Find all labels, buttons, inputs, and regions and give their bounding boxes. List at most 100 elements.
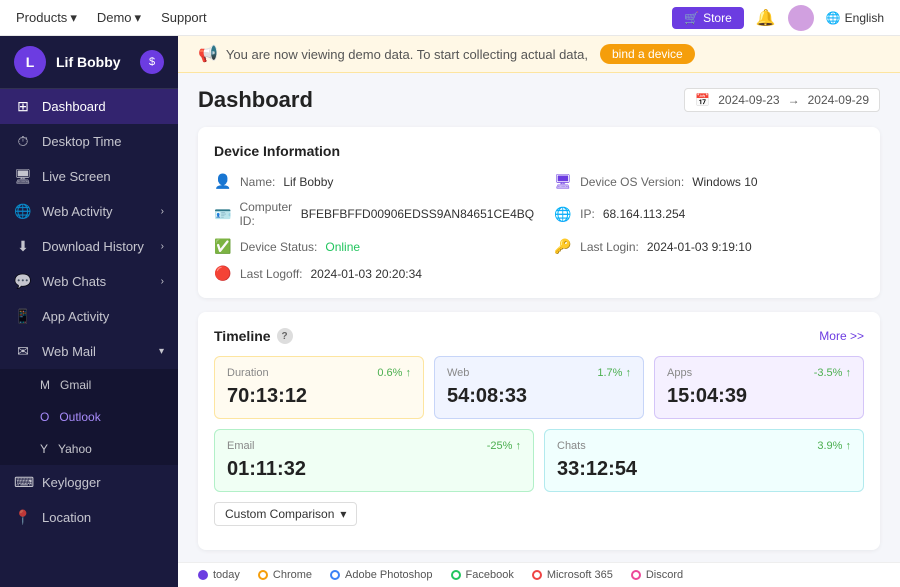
sidebar-item-label: Web Chats: [42, 274, 106, 289]
legend-facebook: Facebook: [451, 569, 514, 581]
timeline-card: Timeline ? More >> Duration 0.6% ↑ 70:13…: [198, 312, 880, 550]
download-icon: ⬇: [14, 238, 32, 255]
last-login-row: 🔑 Last Login: 2024-01-03 9:19:10: [554, 238, 864, 255]
sidebar-item-label: Web Activity: [42, 204, 113, 219]
sidebar-logo-icon: $: [140, 50, 164, 74]
comparison-label: Custom Comparison: [225, 507, 334, 521]
location-icon: 📍: [14, 509, 32, 526]
timeline-card-duration: Duration 0.6% ↑ 70:13:12: [214, 356, 424, 419]
device-status-row: ✅ Device Status: Online: [214, 238, 534, 255]
sidebar-item-live-screen[interactable]: 🖥 Live Screen: [0, 159, 178, 194]
sidebar-item-label: Location: [42, 510, 91, 525]
logoff-icon: 🔴: [214, 265, 232, 282]
nav-products[interactable]: Products ▾: [16, 10, 77, 26]
sidebar-item-app-activity[interactable]: 📱 App Activity: [0, 299, 178, 334]
last-logoff-row: 🔴 Last Logoff: 2024-01-03 20:20:34: [214, 265, 534, 282]
legend-dot-today: [198, 570, 208, 580]
sidebar-item-label: Outlook: [59, 410, 100, 424]
nav-support[interactable]: Support: [161, 10, 207, 25]
timeline-card-apps: Apps -3.5% ↑ 15:04:39: [654, 356, 864, 419]
page-title: Dashboard: [198, 87, 313, 113]
main-layout: L Lif Bobby $ ⊞ Dashboard ⏱ Desktop Time…: [0, 36, 900, 587]
more-link[interactable]: More >>: [819, 329, 864, 343]
legend-bar: today Chrome Adobe Photoshop Facebook Mi…: [178, 562, 900, 587]
chevron-right-icon: ›: [161, 276, 164, 287]
sidebar-item-desktop-time[interactable]: ⏱ Desktop Time: [0, 124, 178, 159]
sidebar-item-gmail[interactable]: M Gmail: [0, 369, 178, 401]
sidebar-item-label: Gmail: [60, 378, 91, 392]
sidebar-item-outlook[interactable]: O Outlook: [0, 401, 178, 433]
date-range-picker[interactable]: 📅 2024-09-23 → 2024-09-29: [684, 88, 880, 112]
chevron-right-icon: ›: [161, 206, 164, 217]
ip-icon: 🌐: [554, 206, 572, 223]
login-icon: 🔑: [554, 238, 572, 255]
sidebar-item-yahoo[interactable]: Y Yahoo: [0, 433, 178, 465]
calendar-icon: 📅: [695, 93, 710, 107]
legend-adobe: Adobe Photoshop: [330, 569, 432, 581]
sidebar-item-label: Web Mail: [42, 344, 96, 359]
top-navigation: Products ▾ Demo ▾ Support 🛒 Store 🔔 🌐 En…: [0, 0, 900, 36]
sidebar-logo: L Lif Bobby $: [0, 36, 178, 89]
sidebar-item-web-mail[interactable]: ✉ Web Mail ▾: [0, 334, 178, 369]
help-icon[interactable]: ?: [277, 328, 293, 344]
sidebar-item-label: Desktop Time: [42, 134, 121, 149]
top-nav-left: Products ▾ Demo ▾ Support: [16, 10, 207, 26]
keyboard-icon: ⌨: [14, 474, 32, 491]
timeline-card-chats: Chats 3.9% ↑ 33:12:54: [544, 429, 864, 492]
dashboard-icon: ⊞: [14, 98, 32, 115]
mail-icon: ✉: [14, 343, 32, 360]
sidebar-item-web-chats[interactable]: 💬 Web Chats ›: [0, 264, 178, 299]
sidebar-item-download-history[interactable]: ⬇ Download History ›: [0, 229, 178, 264]
sidebar-item-label: Download History: [42, 239, 144, 254]
bind-device-button[interactable]: bind a device: [600, 44, 695, 64]
timeline-header: Timeline ? More >>: [214, 328, 864, 344]
timeline-title: Timeline ?: [214, 328, 293, 344]
chevron-down-icon: ▾: [135, 10, 142, 26]
store-button[interactable]: 🛒 Store: [672, 7, 744, 29]
legend-dot-facebook: [451, 570, 461, 580]
date-to: 2024-09-29: [808, 93, 869, 107]
web-mail-submenu: M Gmail O Outlook Y Yahoo: [0, 369, 178, 465]
avatar[interactable]: [788, 5, 814, 31]
chat-icon: 💬: [14, 273, 32, 290]
nav-demo[interactable]: Demo ▾: [97, 10, 141, 26]
device-info-card: Device Information 👤 Name: Lif Bobby 🖥 D…: [198, 127, 880, 298]
megaphone-icon: 📢: [198, 44, 218, 64]
chevron-down-icon: ▾: [159, 346, 164, 357]
chevron-down-icon: ▾: [340, 507, 346, 521]
device-info-title: Device Information: [214, 143, 864, 159]
sidebar-item-dashboard[interactable]: ⊞ Dashboard: [0, 89, 178, 124]
dashboard-header: Dashboard 📅 2024-09-23 → 2024-09-29: [198, 87, 880, 113]
date-from: 2024-09-23: [718, 93, 779, 107]
gmail-icon: M: [40, 378, 50, 392]
legend-dot-adobe: [330, 570, 340, 580]
sidebar: L Lif Bobby $ ⊞ Dashboard ⏱ Desktop Time…: [0, 36, 178, 587]
outlook-icon: O: [40, 410, 49, 424]
globe-icon: 🌐: [14, 203, 32, 220]
timeline-card-email: Email -25% ↑ 01:11:32: [214, 429, 534, 492]
status-icon: ✅: [214, 238, 232, 255]
chevron-down-icon: ▾: [70, 10, 77, 26]
top-nav-right: 🛒 Store 🔔 🌐 English: [672, 5, 884, 31]
legend-dot-chrome: [258, 570, 268, 580]
timeline-grid-top: Duration 0.6% ↑ 70:13:12 Web 1.7% ↑ 54:0…: [214, 356, 864, 419]
computer-id-row: 🪪 Computer ID: BFEBFBFFD00906EDSS9AN8465…: [214, 200, 534, 228]
sidebar-item-label: Yahoo: [58, 442, 92, 456]
timeline-grid-bottom: Email -25% ↑ 01:11:32 Chats 3.9% ↑ 33:12…: [214, 429, 864, 492]
device-info-grid: 👤 Name: Lif Bobby 🖥 Device OS Version: W…: [214, 173, 864, 282]
comparison-row: Custom Comparison ▾: [214, 502, 864, 534]
legend-microsoft: Microsoft 365: [532, 569, 613, 581]
sidebar-item-web-activity[interactable]: 🌐 Web Activity ›: [0, 194, 178, 229]
monitor-icon: 🖥: [14, 168, 32, 185]
custom-comparison-dropdown[interactable]: Custom Comparison ▾: [214, 502, 357, 526]
demo-banner: 📢 You are now viewing demo data. To star…: [178, 36, 900, 73]
language-selector[interactable]: 🌐 English: [826, 11, 884, 25]
sidebar-item-location[interactable]: 📍 Location: [0, 500, 178, 535]
notification-icon[interactable]: 🔔: [756, 8, 776, 28]
device-os-row: 🖥 Device OS Version: Windows 10: [554, 173, 864, 190]
device-name-row: 👤 Name: Lif Bobby: [214, 173, 534, 190]
id-icon: 🪪: [214, 206, 231, 223]
sidebar-item-label: Keylogger: [42, 475, 101, 490]
sidebar-item-keylogger[interactable]: ⌨ Keylogger: [0, 465, 178, 500]
legend-dot-discord: [631, 570, 641, 580]
